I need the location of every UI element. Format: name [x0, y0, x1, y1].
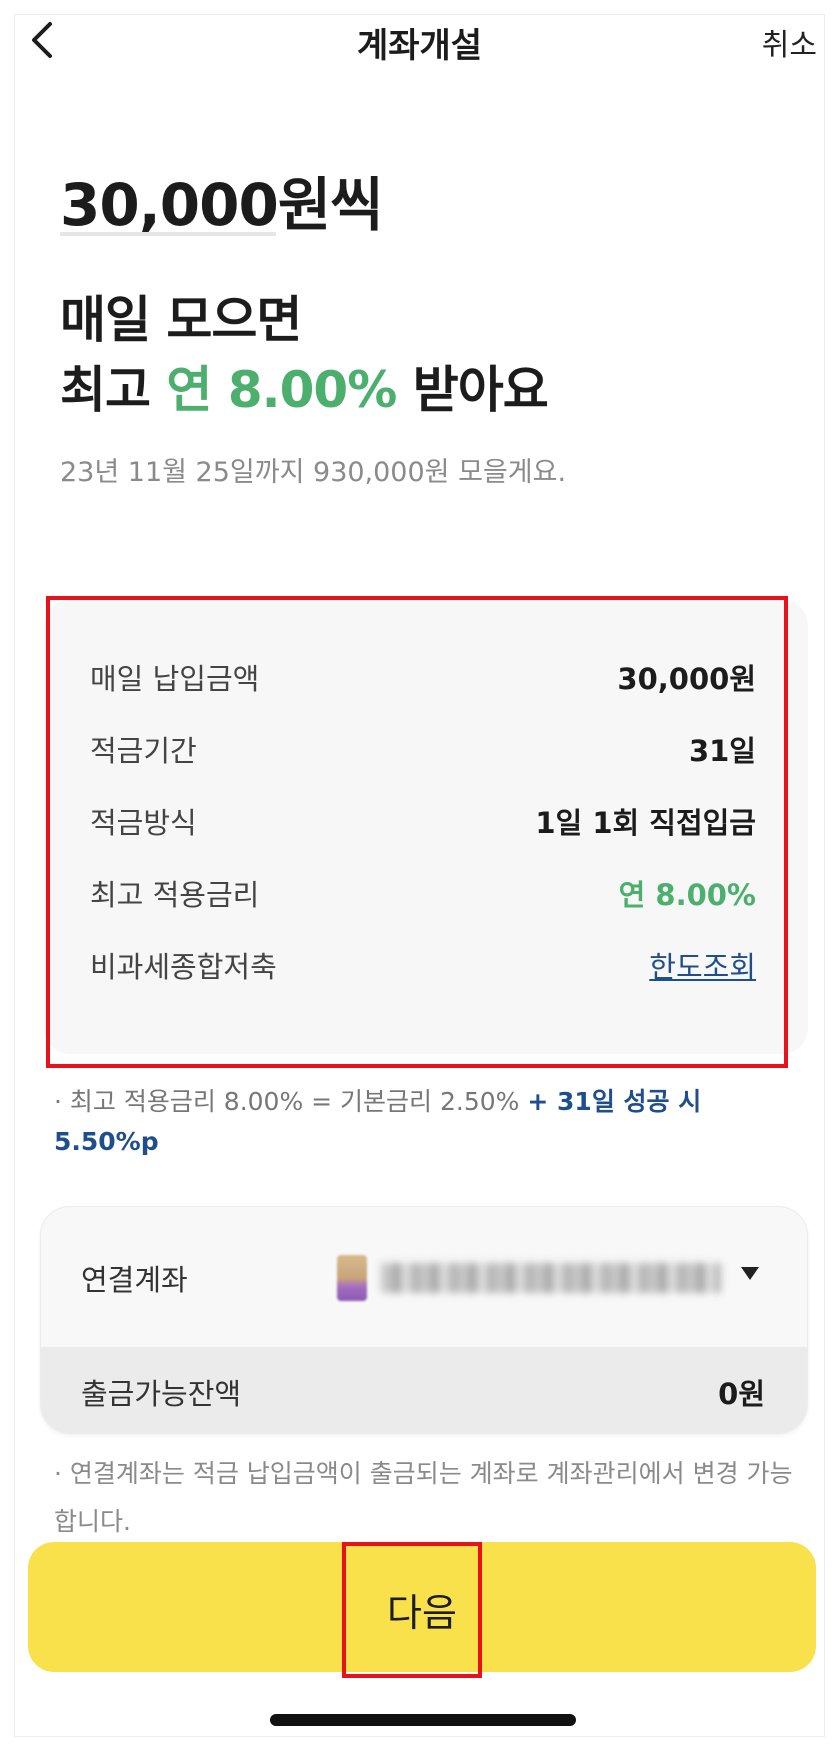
account-avatar: [337, 1255, 367, 1301]
cancel-button[interactable]: 취소: [762, 20, 817, 64]
linked-account-selector[interactable]: 연결계좌: [41, 1207, 807, 1347]
headline-rate: 연 8.00%: [166, 361, 397, 419]
headline-line1: 매일 모으면: [60, 291, 302, 349]
target-summary: 23년 11월 25일까지 930,000원 모을게요.: [60, 457, 567, 488]
page-title: 계좌개설: [356, 26, 483, 66]
headline-prefix: 최고: [60, 361, 167, 419]
headline-line2: 최고 연 8.00% 받아요: [60, 350, 549, 422]
linked-account-card: 연결계좌 출금가능잔액 0원: [40, 1206, 808, 1434]
home-indicator: [270, 1714, 576, 1726]
rate-note-base: · 최고 적용금리 8.00% = 기본금리 2.50%: [54, 1087, 528, 1116]
highlight-box-details: [46, 596, 788, 1068]
amount-underline: [60, 232, 276, 236]
balance-value: 0원: [718, 1377, 765, 1411]
headline-suffix: 받아요: [396, 361, 549, 419]
rate-note: · 최고 적용금리 8.00% = 기본금리 2.50% + 31일 성공 시 …: [54, 1082, 744, 1162]
linked-account-note: · 연결계좌는 적금 납입금액이 출금되는 계좌로 계좌관리에서 변경 가능합니…: [54, 1459, 793, 1536]
header: 계좌개설 취소: [0, 0, 839, 80]
linked-account-label: 연결계좌: [81, 1263, 188, 1297]
balance-label: 출금가능잔액: [81, 1377, 242, 1411]
available-balance-row: 출금가능잔액 0원: [41, 1347, 807, 1433]
masked-account-number: [381, 1263, 721, 1293]
caret-down-icon: [741, 1267, 759, 1280]
highlight-box-next: [342, 1542, 482, 1678]
daily-amount[interactable]: 30,000원씩: [60, 158, 384, 242]
